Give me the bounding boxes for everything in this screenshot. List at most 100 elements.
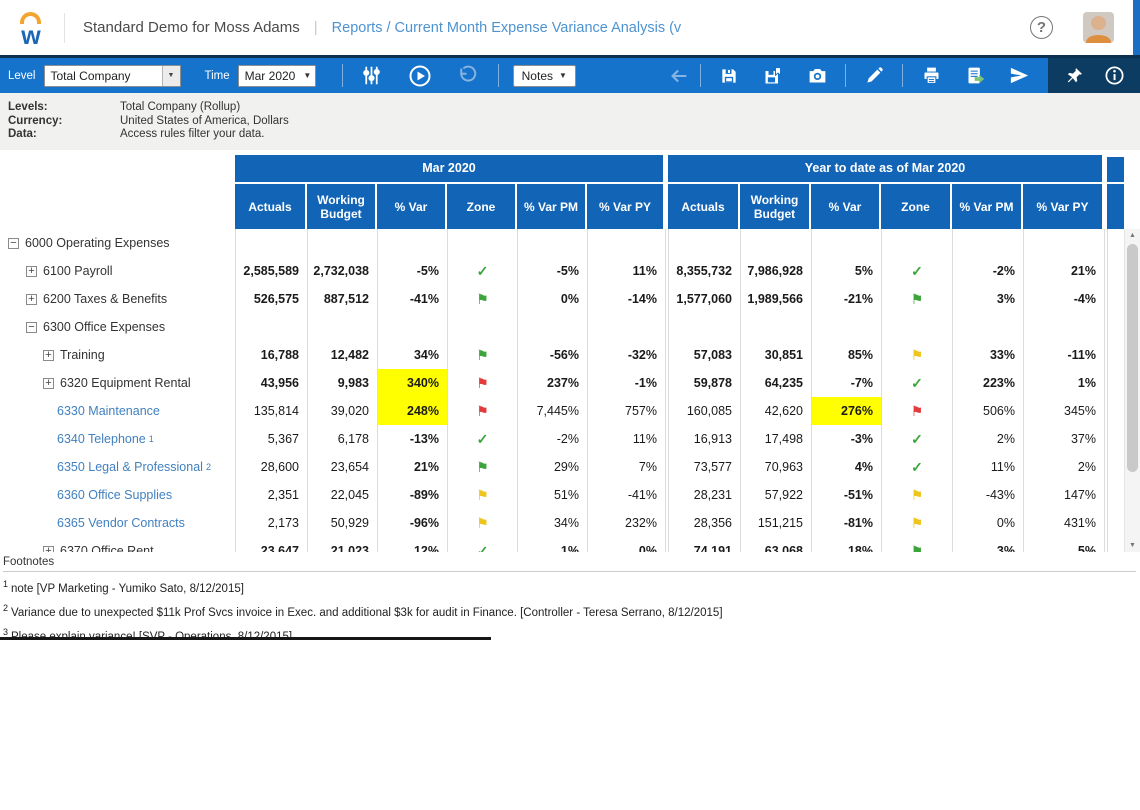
workday-logo-icon[interactable]: w [14, 10, 48, 46]
expand-toggle[interactable]: + [26, 266, 37, 277]
account-link[interactable]: 6365 Vendor Contracts [57, 516, 185, 530]
save-icon[interactable] [714, 61, 744, 91]
account-link[interactable]: 6340 Telephone [57, 432, 146, 446]
value-cell: 11% [587, 425, 665, 453]
vertical-scrollbar[interactable]: ▲ ▼ [1124, 229, 1140, 552]
level-select-value: Total Company [45, 69, 162, 83]
header-stub [1107, 182, 1124, 229]
avatar-body [1086, 35, 1111, 43]
play-icon[interactable] [405, 61, 435, 91]
value-cell: 1% [517, 537, 587, 552]
time-label: Time [205, 70, 230, 82]
column-header: % Var [377, 182, 447, 229]
footnotes-section: Footnotes 1note [VP Marketing - Yumiko S… [0, 552, 1140, 640]
flag-red-icon: ⚑ [476, 404, 489, 418]
value-cell: 28,231 [668, 481, 740, 509]
value-cell: 21% [1023, 257, 1104, 285]
row-label: +6200 Taxes & Benefits [0, 285, 235, 313]
value-cell: 28,600 [235, 453, 307, 481]
value-cell: 21% [377, 453, 447, 481]
filter-sliders-icon[interactable] [357, 61, 387, 91]
value-cell [740, 229, 811, 257]
zone-cell: ⚑ [447, 509, 517, 537]
value-cell: 8,355,732 [668, 257, 740, 285]
column-header-row: ActualsWorking Budget% VarZone% Var PM% … [0, 182, 1140, 229]
value-cell: 42,620 [740, 397, 811, 425]
row-label[interactable]: 6360 Office Supplies [0, 481, 235, 509]
annotate-pen-icon[interactable] [859, 61, 889, 91]
info-icon[interactable] [1099, 61, 1129, 91]
footnote-text: note [VP Marketing - Yumiko Sato, 8/12/2… [11, 583, 244, 595]
row-label[interactable]: 6365 Vendor Contracts [0, 509, 235, 537]
expand-toggle[interactable]: + [43, 546, 54, 553]
account-link[interactable]: 6350 Legal & Professional [57, 460, 203, 474]
pin-icon[interactable] [1059, 61, 1089, 91]
value-cell: 1,989,566 [740, 285, 811, 313]
value-cell: 63,068 [740, 537, 811, 552]
check-icon: ✓ [477, 264, 489, 278]
chevron-down-icon: ▼ [559, 71, 567, 80]
value-cell: 431% [1023, 509, 1104, 537]
value-cell: 0% [952, 509, 1023, 537]
row-label[interactable]: 6350 Legal & Professional2 [0, 453, 235, 481]
row-stub [1107, 397, 1124, 425]
print-icon[interactable] [916, 61, 946, 91]
footnote: 1note [VP Marketing - Yumiko Sato, 8/12/… [3, 578, 1136, 596]
undo-icon[interactable] [452, 61, 482, 91]
expand-toggle[interactable]: + [43, 378, 54, 389]
value-cell: -32% [587, 341, 665, 369]
row-label[interactable]: 6340 Telephone1 [0, 425, 235, 453]
avatar-head [1091, 16, 1106, 30]
notes-dropdown[interactable]: Notes ▼ [513, 65, 576, 87]
value-cell: 57,083 [668, 341, 740, 369]
time-select-value: Mar 2020 [239, 69, 302, 83]
table-row: +6100 Payroll2,585,5892,732,038-5%✓-5%11… [0, 257, 1140, 285]
zone-cell: ✓ [447, 257, 517, 285]
expand-toggle[interactable]: + [26, 294, 37, 305]
collapse-toggle[interactable]: − [8, 238, 19, 249]
value-cell: 57,922 [740, 481, 811, 509]
value-cell: -41% [377, 285, 447, 313]
zone-cell: ⚑ [447, 285, 517, 313]
value-cell: 5,367 [235, 425, 307, 453]
avatar[interactable] [1083, 12, 1114, 43]
value-cell: 757% [587, 397, 665, 425]
back-icon[interactable] [664, 61, 694, 91]
expand-toggle[interactable]: + [43, 350, 54, 361]
row-stub [1107, 509, 1124, 537]
clipped-content-bar [0, 637, 491, 640]
info-row: Currency:United States of America, Dolla… [8, 115, 1140, 129]
info-value: United States of America, Dollars [120, 115, 289, 129]
export-excel-icon[interactable] [960, 61, 990, 91]
account-link[interactable]: 6330 Maintenance [57, 404, 160, 418]
footnote-ref: 2 [206, 462, 211, 472]
value-cell: 4% [811, 453, 881, 481]
send-icon[interactable] [1004, 61, 1034, 91]
column-header: Actuals [668, 182, 740, 229]
value-cell: 223% [952, 369, 1023, 397]
value-cell: -13% [377, 425, 447, 453]
row-label[interactable]: 6330 Maintenance [0, 397, 235, 425]
value-cell [811, 229, 881, 257]
value-cell: 345% [1023, 397, 1104, 425]
account-link[interactable]: 6360 Office Supplies [57, 488, 172, 502]
value-cell: 9,983 [307, 369, 377, 397]
breadcrumb[interactable]: Reports / Current Month Expense Variance… [332, 20, 682, 36]
value-cell: 73,577 [668, 453, 740, 481]
value-cell: 6,178 [307, 425, 377, 453]
save-as-icon[interactable] [758, 61, 788, 91]
column-header: Zone [447, 182, 517, 229]
time-select[interactable]: Mar 2020 ▼ [238, 65, 316, 87]
scroll-down-icon[interactable]: ▼ [1125, 539, 1140, 552]
scrollbar-thumb[interactable] [1127, 244, 1138, 472]
snapshot-camera-icon[interactable] [802, 61, 832, 91]
column-header: Actuals [235, 182, 307, 229]
flag-green-icon: ⚑ [476, 460, 489, 474]
value-cell: 22,045 [307, 481, 377, 509]
help-icon[interactable]: ? [1030, 16, 1053, 39]
account-name: 6000 Operating Expenses [25, 236, 170, 250]
check-icon: ✓ [477, 432, 489, 446]
scroll-up-icon[interactable]: ▲ [1125, 229, 1140, 242]
level-select[interactable]: Total Company ▼ [44, 65, 181, 87]
collapse-toggle[interactable]: − [26, 322, 37, 333]
